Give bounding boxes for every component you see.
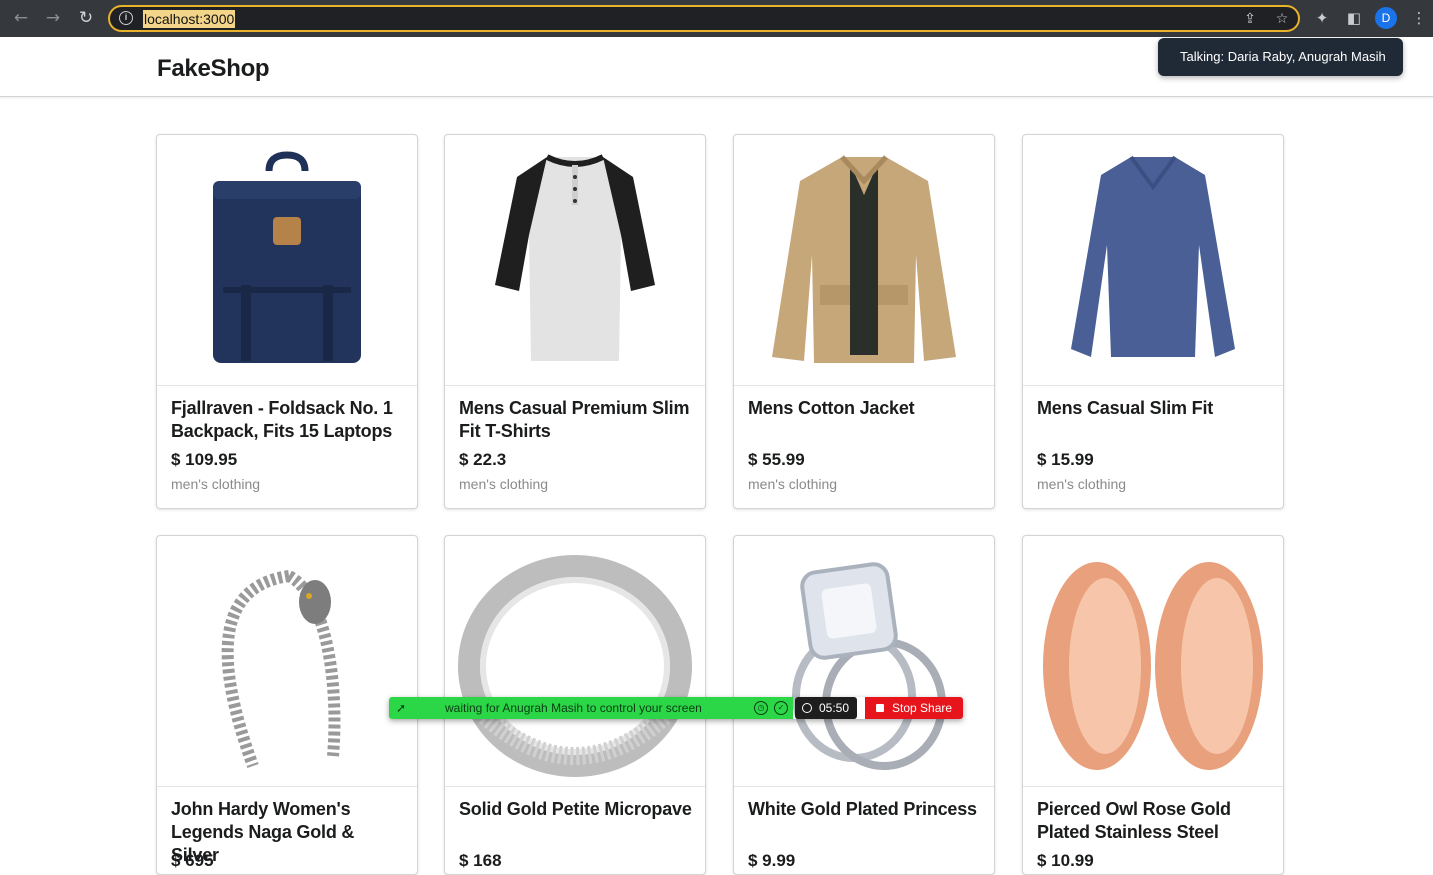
side-panel-icon[interactable]: ◧	[1344, 8, 1364, 28]
forward-arrow-icon[interactable]: →	[43, 8, 63, 28]
product-image	[734, 135, 994, 386]
info-icon[interactable]: i	[119, 11, 133, 25]
timer-clock-icon	[802, 703, 812, 713]
product-image	[734, 536, 994, 787]
product-image	[1023, 135, 1283, 386]
clock-icon[interactable]: ◷	[754, 701, 768, 715]
product-price: $ 22.3	[459, 450, 507, 469]
browser-toolbar: ← → ↻ i localhost:3000 ⇪ ☆ ✦ ◧ D ⋮	[0, 0, 1433, 37]
product-card[interactable]: Mens Casual Premium Slim Fit T-Shirts $ …	[444, 134, 706, 509]
product-card[interactable]: Mens Cotton Jacket $ 55.99 men's clothin…	[733, 134, 995, 509]
product-image	[157, 135, 417, 386]
product-image	[1023, 536, 1283, 787]
product-category: men's clothing	[1037, 476, 1127, 492]
avatar[interactable]: D	[1375, 7, 1397, 29]
product-image	[157, 536, 417, 787]
screen-share-bar: ➚ waiting for Anugrah Masih to control y…	[389, 697, 963, 719]
product-title[interactable]: Solid Gold Petite Micropave	[459, 798, 694, 821]
product-price: $ 109.95	[171, 450, 238, 469]
product-image	[445, 135, 705, 386]
stop-icon	[876, 704, 884, 712]
product-title[interactable]: Pierced Owl Rose Gold Plated Stainless S…	[1037, 798, 1272, 844]
product-title[interactable]: Mens Cotton Jacket	[748, 397, 983, 420]
stop-share-button[interactable]: Stop Share	[865, 697, 963, 719]
product-card[interactable]: John Hardy Women's Legends Naga Gold & S…	[156, 535, 418, 875]
product-card[interactable]: Pierced Owl Rose Gold Plated Stainless S…	[1022, 535, 1284, 875]
cursor-icon: ➚	[396, 701, 407, 715]
stop-share-label: Stop Share	[892, 701, 953, 715]
star-icon[interactable]: ☆	[1273, 10, 1291, 28]
product-card[interactable]: Fjallraven - Foldsack No. 1 Backpack, Fi…	[156, 134, 418, 509]
kebab-menu-icon[interactable]: ⋮	[1409, 8, 1429, 28]
share-icon[interactable]: ⇪	[1241, 10, 1259, 28]
product-title[interactable]: White Gold Plated Princess	[748, 798, 983, 821]
product-title[interactable]: Mens Casual Slim Fit	[1037, 397, 1272, 420]
url-text[interactable]: localhost:3000	[143, 10, 236, 28]
product-price: $ 15.99	[1037, 450, 1094, 469]
reload-icon[interactable]: ↻	[76, 8, 96, 28]
product-image	[445, 536, 705, 787]
product-category: men's clothing	[171, 476, 261, 492]
product-price: $ 168	[459, 851, 502, 870]
product-price: $ 9.99	[748, 851, 796, 870]
talking-indicator: Talking: Daria Raby, Anugrah Masih	[1158, 38, 1403, 76]
product-title[interactable]: Mens Casual Premium Slim Fit T-Shirts	[459, 397, 694, 443]
shield-check-icon[interactable]: ✓	[774, 701, 788, 715]
back-arrow-icon[interactable]: ←	[11, 8, 31, 28]
product-category: men's clothing	[748, 476, 838, 492]
timer-value: 05:50	[818, 701, 849, 715]
address-bar[interactable]: i localhost:3000 ⇪ ☆	[108, 5, 1300, 32]
extensions-icon[interactable]: ✦	[1312, 8, 1332, 28]
product-price: $ 695	[171, 851, 214, 870]
product-price: $ 10.99	[1037, 851, 1094, 870]
product-price: $ 55.99	[748, 450, 805, 469]
share-timer: 05:50	[795, 697, 857, 719]
product-card[interactable]: Mens Casual Slim Fit $ 15.99 men's cloth…	[1022, 134, 1284, 509]
share-status-area: ➚ waiting for Anugrah Masih to control y…	[389, 697, 793, 719]
share-status-text: waiting for Anugrah Masih to control you…	[445, 701, 702, 715]
product-category: men's clothing	[459, 476, 549, 492]
product-title[interactable]: Fjallraven - Foldsack No. 1 Backpack, Fi…	[171, 397, 406, 443]
brand-logo[interactable]: FakeShop	[157, 55, 270, 83]
